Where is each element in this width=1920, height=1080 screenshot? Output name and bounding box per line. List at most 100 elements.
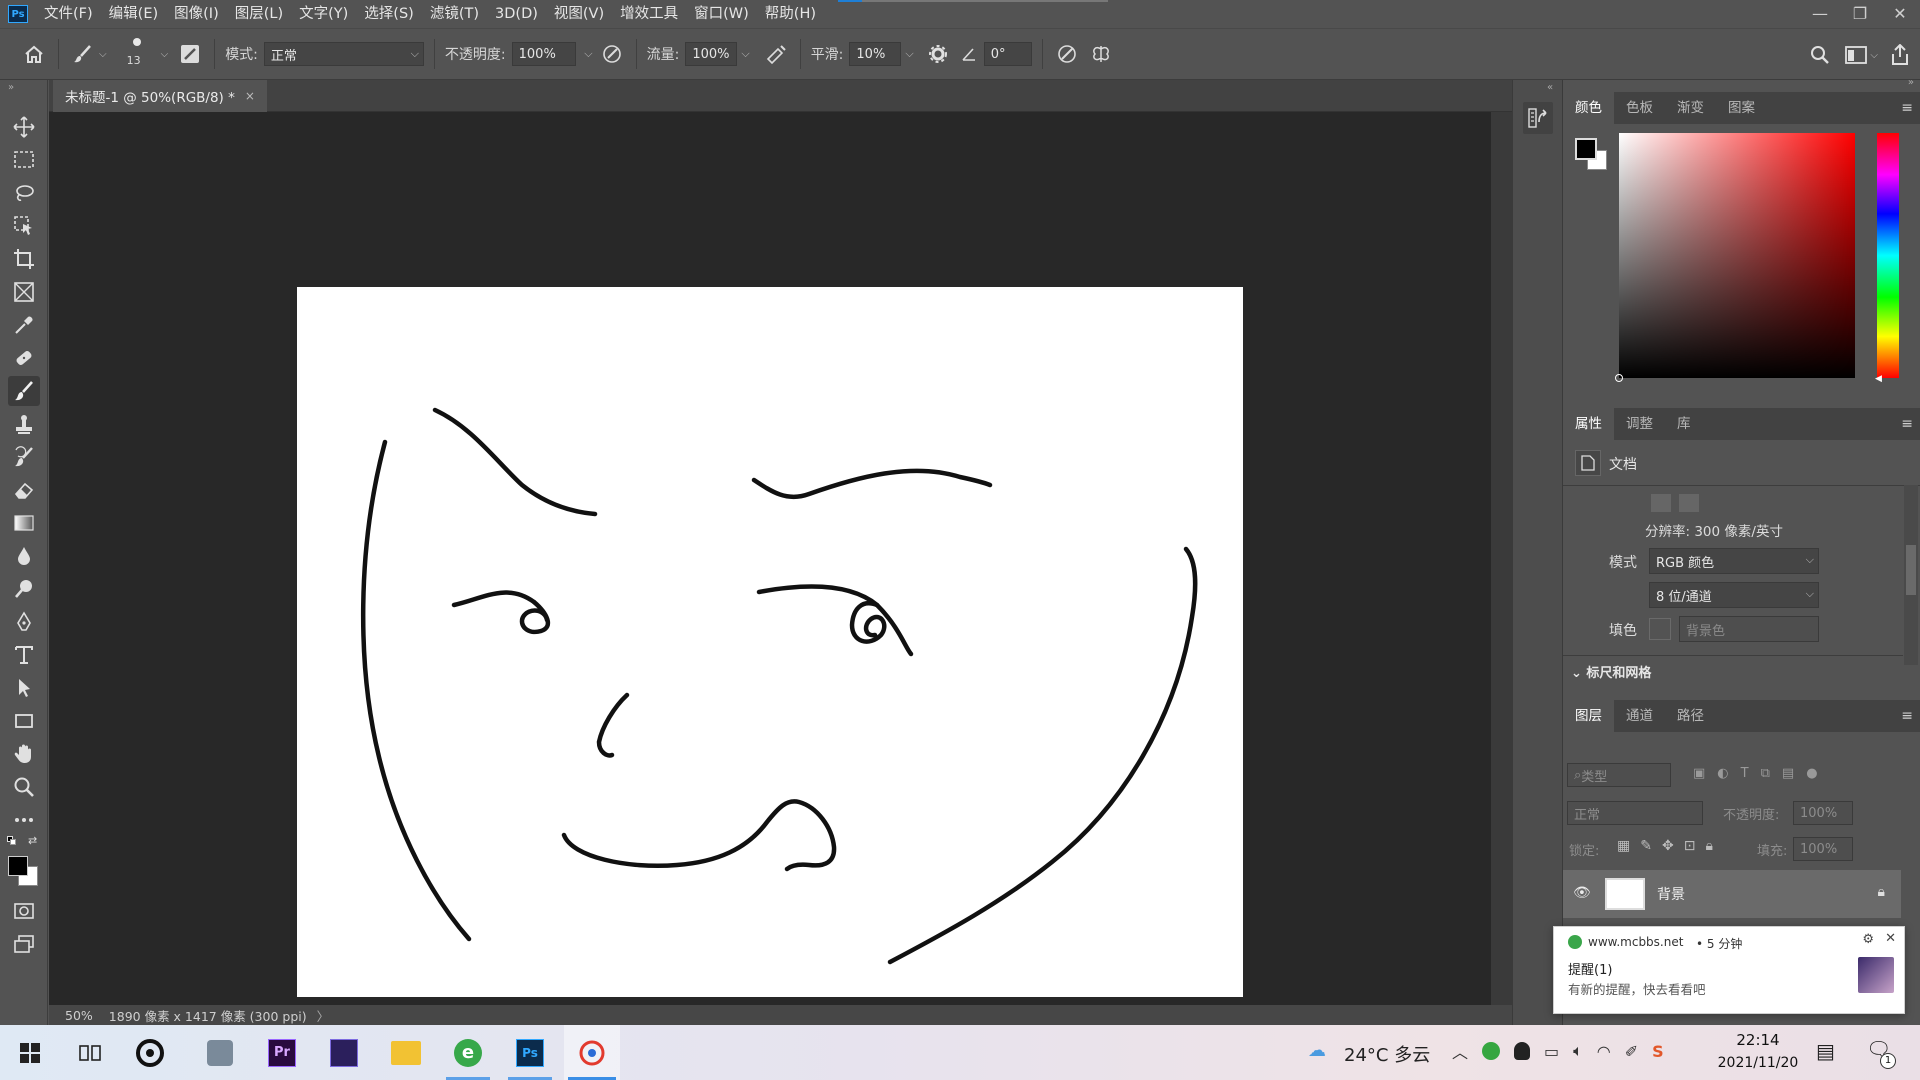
home-icon[interactable]	[20, 40, 48, 68]
collapse-panel-icon[interactable]: »	[1908, 77, 1914, 88]
menu-filter[interactable]: 滤镜(T)	[422, 0, 487, 28]
symmetry-icon[interactable]	[1087, 40, 1115, 68]
more-tools-icon[interactable]	[8, 805, 40, 835]
type-tool[interactable]	[8, 640, 40, 670]
task-view-icon[interactable]	[62, 1025, 118, 1080]
path-selection-tool[interactable]	[8, 673, 40, 703]
color-picker-cursor[interactable]	[1615, 374, 1623, 382]
windows-start-icon[interactable]	[2, 1025, 58, 1080]
pressure-size-icon[interactable]	[1053, 40, 1081, 68]
shape-filter-icon[interactable]: ⧉	[1761, 766, 1770, 781]
smart-object-filter-icon[interactable]: ▤	[1782, 766, 1794, 781]
expand-panel-icon[interactable]: «	[1547, 82, 1553, 93]
healing-brush-tool[interactable]	[8, 343, 40, 373]
chevron-down-icon[interactable]: ⌵	[99, 49, 107, 60]
weather-icon[interactable]: ☁	[1308, 1040, 1326, 1061]
eye-icon[interactable]: 👁︎	[1573, 885, 1591, 901]
volume-icon[interactable]: 🔈︎	[1573, 1041, 1583, 1061]
swap-colors-icon[interactable]: ⇄	[28, 834, 37, 847]
pressure-opacity-icon[interactable]	[598, 40, 626, 68]
tray-app-icon[interactable]	[1482, 1042, 1501, 1060]
search-icon[interactable]	[1806, 41, 1834, 69]
eraser-tool[interactable]	[8, 475, 40, 505]
pen-tool[interactable]	[8, 607, 40, 637]
screen-mode-icon[interactable]	[8, 929, 40, 959]
close-button[interactable]: ✕	[1880, 0, 1920, 26]
lasso-tool[interactable]	[8, 178, 40, 208]
photoshop-app-icon[interactable]: Ps	[502, 1025, 558, 1080]
dodge-tool[interactable]	[8, 574, 40, 604]
tab-adjustments[interactable]: 调整	[1614, 408, 1665, 440]
frame-tool[interactable]	[8, 277, 40, 307]
marquee-tool[interactable]	[8, 145, 40, 175]
flow-input[interactable]: 100%	[685, 42, 738, 66]
foreground-color-swatch[interactable]	[1575, 138, 1597, 160]
quick-mask-icon[interactable]	[8, 896, 40, 926]
chevron-down-icon[interactable]: ⌵	[741, 47, 749, 61]
video-app-icon[interactable]	[316, 1025, 372, 1080]
status-menu-arrow[interactable]: 〉	[317, 1006, 330, 1025]
document-tab[interactable]: 未标题-1 @ 50%(RGB/8) * ×	[53, 80, 267, 112]
portrait-orientation-icon[interactable]	[1651, 494, 1671, 512]
menu-type[interactable]: 文字(Y)	[291, 0, 356, 28]
tab-color[interactable]: 颜色	[1563, 92, 1614, 124]
landscape-orientation-icon[interactable]	[1679, 494, 1699, 512]
collapse-panel-icon[interactable]: »	[8, 82, 14, 93]
clock-time[interactable]: 22:14	[1708, 1031, 1808, 1049]
mode-select[interactable]: 正常 ⌵	[263, 42, 424, 66]
adjustment-filter-icon[interactable]: ◐	[1717, 766, 1728, 781]
panel-menu-icon[interactable]: ≡	[1901, 708, 1913, 724]
angle-input[interactable]: 0°	[983, 42, 1032, 66]
close-icon[interactable]: ×	[245, 89, 255, 103]
chevron-down-icon[interactable]: ⌵	[905, 47, 913, 61]
hand-tool[interactable]	[8, 739, 40, 769]
blend-mode-select[interactable]: 正常	[1567, 801, 1703, 825]
premiere-app-icon[interactable]: Pr	[254, 1025, 310, 1080]
color-panel-swatches[interactable]	[1575, 138, 1609, 172]
gradient-tool[interactable]	[8, 508, 40, 538]
screenshot-app-icon[interactable]	[564, 1025, 620, 1080]
app-logo[interactable]: Ps	[8, 5, 28, 23]
lock-all-icon[interactable]: 🔒︎	[1705, 838, 1712, 854]
history-brush-tool[interactable]	[8, 442, 40, 472]
default-colors-icon[interactable]: ⇄	[6, 834, 42, 848]
color-swatches[interactable]	[8, 856, 40, 888]
image-filter-icon[interactable]: ▣	[1693, 766, 1705, 781]
clock-date[interactable]: 2021/11/20	[1708, 1055, 1808, 1071]
menu-layer[interactable]: 图层(L)	[227, 0, 291, 28]
chevron-down-icon[interactable]: ⌵	[1870, 50, 1878, 61]
canvas[interactable]	[297, 287, 1243, 997]
chevron-down-icon[interactable]: ⌵	[584, 47, 592, 61]
gear-icon[interactable]: ⚙	[1862, 932, 1874, 947]
tab-channels[interactable]: 通道	[1614, 700, 1665, 732]
fill-select[interactable]: 背景色	[1679, 616, 1819, 642]
smooth-input[interactable]: 10%	[849, 42, 902, 66]
weather-text[interactable]: 24°C 多云	[1344, 1041, 1430, 1067]
layer-opacity-input[interactable]: 100%	[1793, 801, 1853, 825]
menu-file[interactable]: 文件(F)	[36, 0, 101, 28]
tab-libraries[interactable]: 库	[1665, 408, 1703, 440]
share-icon[interactable]	[1886, 41, 1914, 69]
object-select-tool[interactable]	[8, 211, 40, 241]
filter-toggle-icon[interactable]: ●	[1806, 766, 1817, 781]
tab-layers[interactable]: 图层	[1563, 700, 1614, 732]
menu-image[interactable]: 图像(I)	[166, 0, 227, 28]
airbrush-icon[interactable]	[762, 40, 790, 68]
lock-position-icon[interactable]: ✥	[1662, 838, 1674, 854]
fill-swatch[interactable]	[1649, 618, 1671, 640]
zoom-tool[interactable]	[8, 772, 40, 802]
tab-patterns[interactable]: 图案	[1716, 92, 1767, 124]
history-panel-icon[interactable]	[1523, 102, 1553, 134]
tab-paths[interactable]: 路径	[1665, 700, 1716, 732]
canvas-viewport[interactable]	[49, 112, 1489, 1005]
eyedropper-tool[interactable]	[8, 310, 40, 340]
blur-tool[interactable]	[8, 541, 40, 571]
lock-artboard-icon[interactable]: ⊡	[1684, 838, 1696, 854]
brush-preset-icon[interactable]	[69, 40, 97, 68]
fill-opacity-input[interactable]: 100%	[1793, 837, 1853, 861]
tab-swatches[interactable]: 色板	[1614, 92, 1665, 124]
color-mode-select[interactable]: RGB 颜色 ⌵	[1649, 548, 1819, 574]
panel-menu-icon[interactable]: ≡	[1901, 100, 1913, 116]
wifi-icon[interactable]: ◠	[1597, 1042, 1611, 1061]
clone-stamp-tool[interactable]	[8, 409, 40, 439]
